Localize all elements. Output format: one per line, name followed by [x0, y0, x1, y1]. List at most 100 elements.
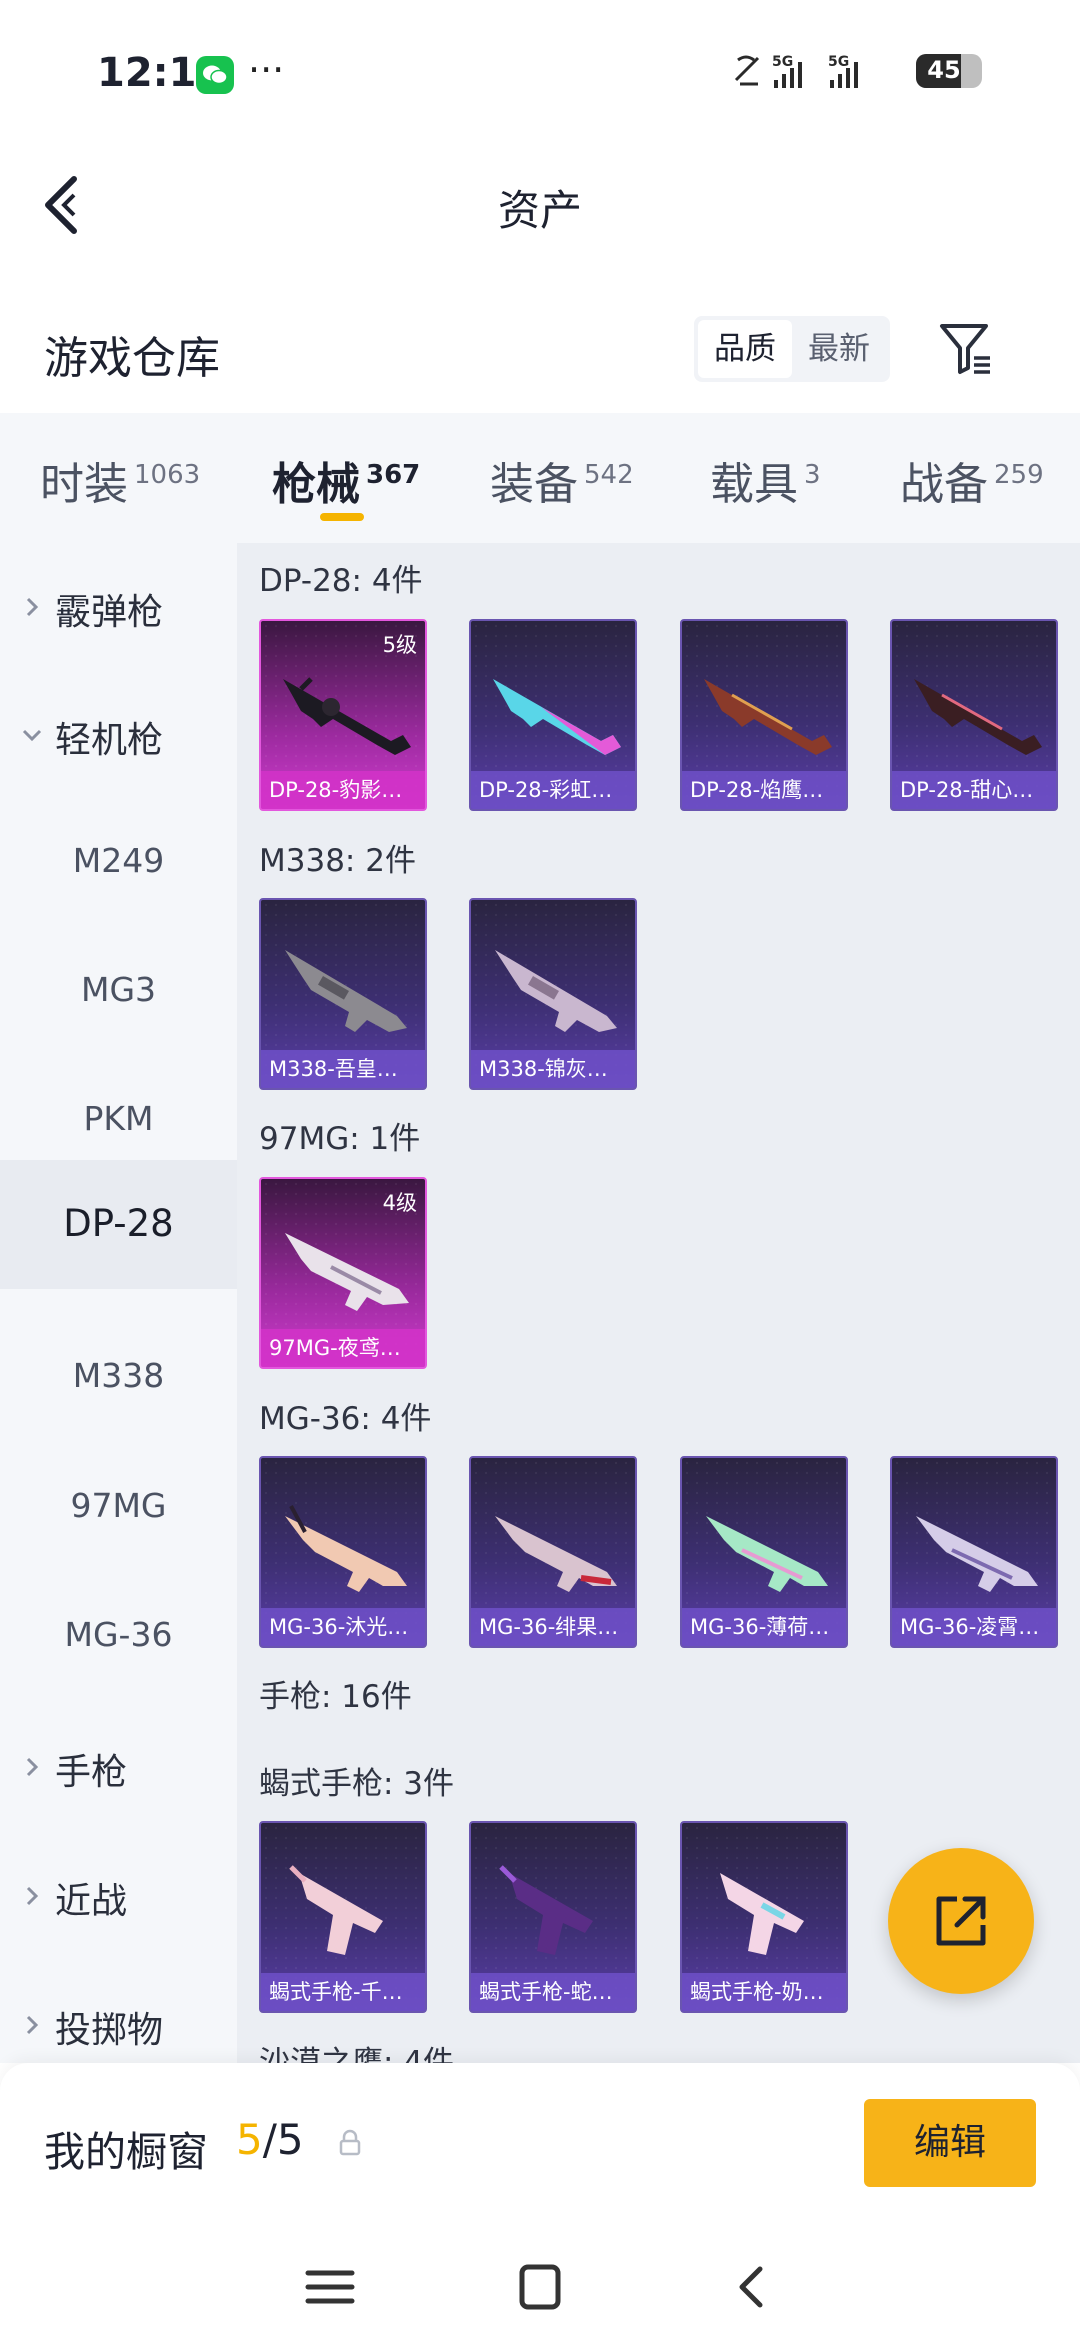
filter-icon	[940, 324, 990, 374]
item-card[interactable]: MG-36-凌霄…	[890, 1456, 1058, 1648]
weapon-icon	[704, 679, 832, 755]
item-name: MG-36-沐光…	[261, 1608, 425, 1646]
sort-latest-button[interactable]: 最新	[792, 320, 886, 378]
item-name: DP-28-焰鹰…	[682, 771, 846, 809]
item-card[interactable]: 蝎式手枪-千…	[259, 1821, 427, 2013]
sidebar-item-mg3[interactable]: MG3	[0, 930, 237, 1058]
tab-count: 367	[366, 460, 421, 490]
edit-button[interactable]: 编辑	[864, 2099, 1036, 2187]
active-tab-indicator	[320, 513, 364, 521]
item-name: MG-36-薄荷…	[682, 1608, 846, 1646]
weapon-icon	[285, 950, 407, 1032]
tab-label: 装备	[490, 459, 578, 510]
warehouse-title: 游戏仓库	[44, 333, 220, 384]
weapon-icon	[495, 950, 617, 1032]
item-name: MG-36-绯果…	[471, 1608, 635, 1646]
sidebar-item-m338[interactable]: M338	[0, 1316, 237, 1444]
item-card[interactable]: 4级 97MG-夜鸢…	[259, 1177, 427, 1369]
chevron-right-icon	[26, 1886, 39, 1906]
showcase-label: 我的橱窗	[44, 2128, 208, 2176]
sidebar-item-dp28[interactable]: DP-28	[0, 1160, 237, 1289]
weapon-type-sidebar: 霰弹枪 轻机枪 M249 MG3 PKM DP-28 M338 97MG MG-…	[0, 543, 237, 2063]
item-name: M338-吾皇…	[261, 1050, 425, 1088]
sort-toggle: 品质 最新	[694, 316, 890, 382]
share-button[interactable]	[888, 1848, 1034, 1994]
sidebar-label: 97MG	[70, 1486, 167, 1525]
weapon-icon	[914, 679, 1042, 755]
item-card[interactable]: 蝎式手枪-蛇…	[469, 1821, 637, 2013]
showcase-current: 5	[236, 2115, 263, 2164]
sort-quality-button[interactable]: 品质	[698, 320, 792, 378]
weapon-icon	[283, 677, 411, 755]
item-name: M338-锦灰…	[471, 1050, 635, 1088]
status-indicators: 5G 5G 45	[732, 50, 982, 94]
tab-count: 1063	[134, 460, 201, 490]
item-card[interactable]: 蝎式手枪-奶…	[680, 1821, 848, 2013]
group-title: 手枪: 16件	[259, 1679, 412, 1715]
tab-label: 枪械	[272, 459, 360, 510]
svg-text:5G: 5G	[828, 54, 849, 70]
item-card[interactable]: DP-28-彩虹…	[469, 619, 637, 811]
sidebar-item-m249[interactable]: M249	[0, 801, 237, 929]
item-grid-panel: DP-28: 4件 5级 DP-28-豹影… DP-28-彩虹… DP-28-焰…	[237, 543, 1080, 2063]
item-name: 蝎式手枪-蛇…	[471, 1973, 635, 2011]
sidebar-item-mg36[interactable]: MG-36	[0, 1575, 237, 1703]
weapon-icon	[289, 1865, 383, 1955]
sidebar-item-97mg[interactable]: 97MG	[0, 1446, 237, 1574]
tab-fashion[interactable]: 时装 1063	[40, 448, 200, 512]
sidebar-label: DP-28	[63, 1202, 174, 1245]
sidebar-label: MG3	[80, 970, 157, 1009]
sidebar-label: M338	[72, 1356, 165, 1395]
wechat-icon	[196, 56, 234, 94]
chevron-right-icon	[26, 2015, 39, 2035]
sidebar-item-melee[interactable]: 近战	[0, 1832, 237, 1960]
lock-icon	[339, 2129, 361, 2156]
tab-label: 载具	[710, 459, 798, 510]
tab-count: 3	[804, 460, 821, 490]
item-card[interactable]: MG-36-沐光…	[259, 1456, 427, 1648]
weapon-icon	[706, 1516, 828, 1592]
tab-gear[interactable]: 战备 259	[900, 448, 1044, 512]
item-card[interactable]: M338-吾皇…	[259, 898, 427, 1090]
chevron-right-icon	[26, 1757, 39, 1777]
sidebar-item-shotgun[interactable]: 霰弹枪	[0, 543, 237, 671]
more-notifications-icon: ···	[248, 48, 285, 92]
sidebar-label: MG-36	[64, 1615, 173, 1654]
item-card[interactable]: DP-28-焰鹰…	[680, 619, 848, 811]
weapon-icon	[285, 1233, 409, 1311]
tab-firearms[interactable]: 枪械 367	[272, 448, 420, 512]
system-nav-bar	[0, 2223, 1080, 2347]
menu-icon[interactable]	[300, 2263, 360, 2311]
item-card[interactable]: DP-28-甜心…	[890, 619, 1058, 811]
item-level: 5级	[382, 633, 417, 657]
nav-back-icon[interactable]	[722, 2263, 782, 2311]
status-bar: 12:11 ··· 5G 5G 45	[0, 0, 1080, 145]
weapon-icon	[495, 1516, 617, 1592]
home-icon[interactable]	[510, 2263, 570, 2311]
filter-button[interactable]	[938, 318, 994, 378]
group-title: 蝎式手枪: 3件	[259, 1766, 455, 1802]
weapon-icon	[499, 1865, 593, 1955]
item-card[interactable]: M338-锦灰…	[469, 898, 637, 1090]
item-name: 蝎式手枪-千…	[261, 1973, 425, 2011]
svg-text:5G: 5G	[772, 54, 793, 70]
item-card[interactable]: MG-36-绯果…	[469, 1456, 637, 1648]
battery-icon: 45	[916, 54, 982, 88]
weapon-icon	[493, 679, 621, 755]
sidebar-item-pistol[interactable]: 手枪	[0, 1703, 237, 1831]
sidebar-label: PKM	[83, 1099, 154, 1138]
tab-vehicles[interactable]: 载具 3	[710, 448, 821, 512]
weapon-icon	[916, 1516, 1038, 1592]
page-title: 资产	[497, 186, 582, 235]
app-header: 资产	[0, 145, 1080, 265]
chevron-down-icon	[22, 729, 42, 742]
item-card[interactable]: MG-36-薄荷…	[680, 1456, 848, 1648]
tab-label: 战备	[900, 459, 988, 510]
battery-level: 45	[927, 56, 961, 84]
sidebar-item-lmg[interactable]: 轻机枪	[0, 671, 237, 799]
item-card[interactable]: 5级 DP-28-豹影…	[259, 619, 427, 811]
item-name: DP-28-豹影…	[261, 771, 425, 809]
tab-equipment[interactable]: 装备 542	[490, 448, 634, 512]
group-title: MG-36: 4件	[259, 1401, 432, 1437]
item-name: DP-28-彩虹…	[471, 771, 635, 809]
